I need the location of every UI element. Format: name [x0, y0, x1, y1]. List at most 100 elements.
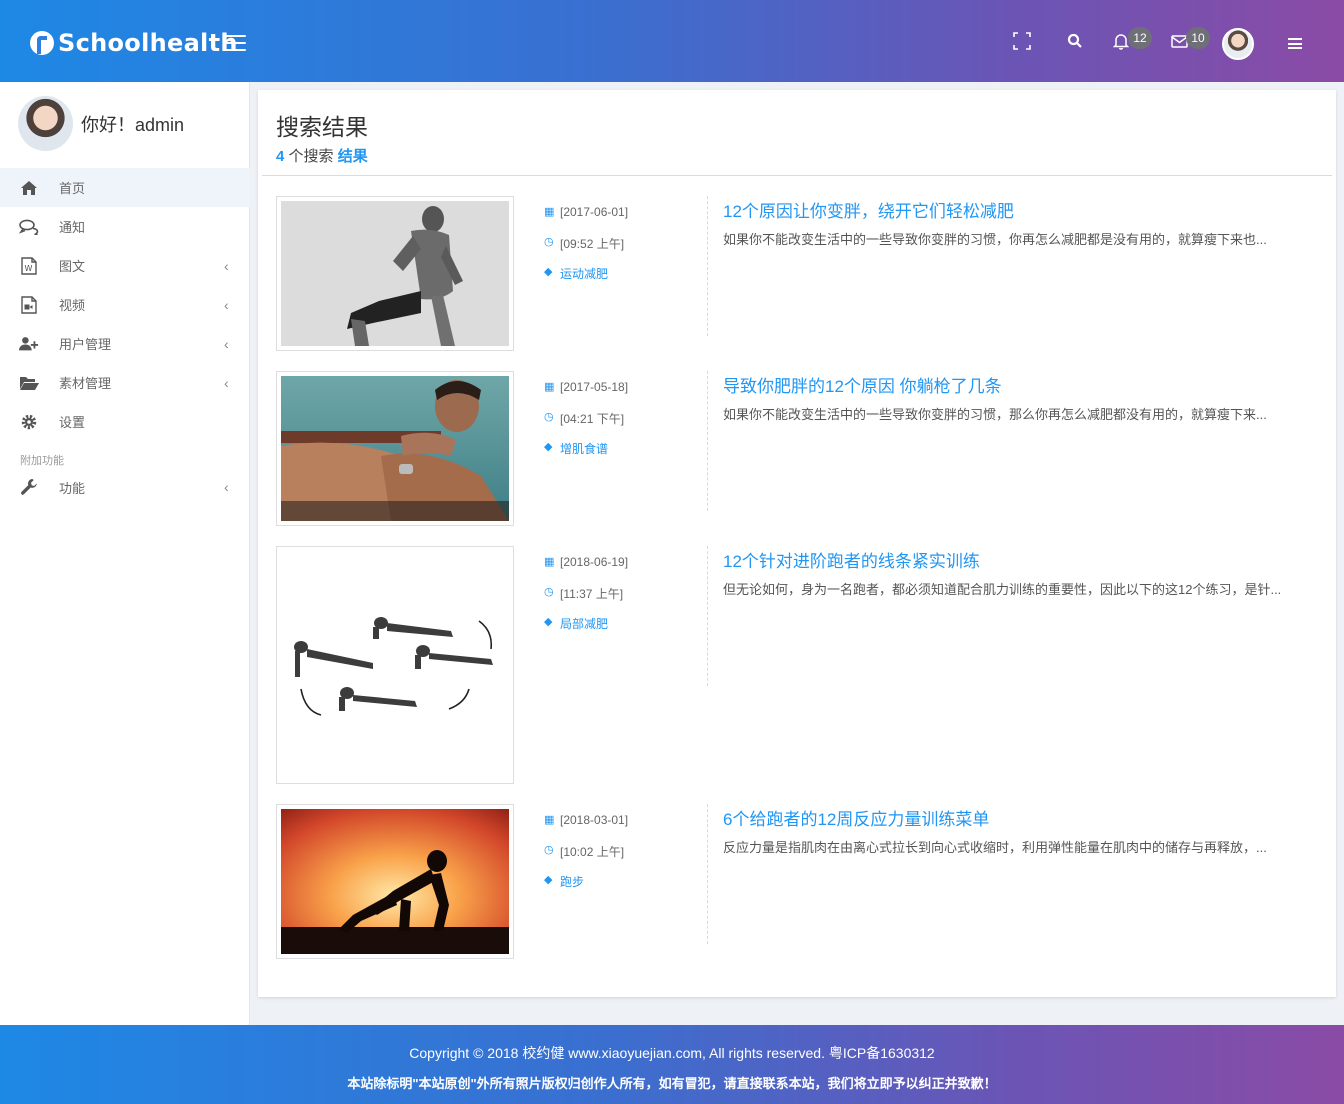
logo-icon — [30, 31, 54, 55]
result-meta: ▦ [2018-06-19] ◷ [11:37 上午] ◆ 局部减肥 — [544, 555, 628, 645]
result-description: 如果你不能改变生活中的一些导致你变胖的习惯，你再怎么减肥都是没有用的，就算瘦下来… — [723, 232, 1267, 247]
result-thumbnail[interactable] — [276, 804, 514, 959]
tags-icon: ◆ — [544, 266, 553, 278]
result-description: 但无论如何，身为一名跑者，都必须知道配合肌力训练的重要性，因此以下的这12个练习… — [723, 582, 1282, 597]
chevron-left-icon: ‹ — [224, 257, 229, 274]
calendar-icon: ▦ — [544, 814, 555, 826]
result-meta: ▦ [2017-06-01] ◷ [09:52 上午] ◆ 运动减肥 — [544, 205, 628, 295]
sidebar-item-label: 素材管理 — [59, 376, 112, 391]
result-title-link[interactable]: 12个原因让你变胖，绕开它们轻松减肥 — [723, 197, 1014, 222]
sidebar-item-label: 视频 — [59, 298, 86, 313]
clock-icon: ◷ — [544, 236, 554, 248]
result-time: [10:02 上午] — [560, 845, 625, 859]
clock-icon: ◷ — [544, 411, 554, 423]
logo-text: Schoolhealth — [58, 29, 238, 57]
divider — [707, 196, 708, 336]
sidebar-menu: 首页 通知 W 图文 ‹ 视频 ‹ 用户管理 ‹ 素材管理 ‹ 设置 附加功能 … — [0, 168, 250, 503]
sidebar-item-user-management[interactable]: 用户管理 ‹ — [0, 324, 250, 363]
result-time: [11:37 上午] — [560, 587, 624, 601]
sidebar-section-header: 附加功能 — [20, 455, 64, 467]
sidebar: 你好！admin 首页 通知 W 图文 ‹ 视频 ‹ 用户管理 ‹ 素材管理 ‹… — [0, 82, 250, 1025]
result-tag-link[interactable]: 跑步 — [560, 873, 584, 890]
sidebar-item-label: 功能 — [59, 480, 86, 496]
plank-exercise-image — [281, 551, 509, 779]
sidebar-item-label: 用户管理 — [59, 337, 112, 352]
footer: Copyright © 2018 校约健 www.xiaoyuejian.com… — [0, 1025, 1344, 1104]
sidebar-item-materials[interactable]: 素材管理 ‹ — [0, 363, 250, 402]
result-time: [04:21 下午] — [560, 412, 625, 426]
result-tag-link[interactable]: 增肌食谱 — [560, 440, 608, 457]
sidebar-item-notices[interactable]: 通知 — [0, 207, 250, 246]
search-icon[interactable] — [1064, 30, 1086, 52]
video-file-icon — [19, 295, 39, 314]
man-on-boat-image — [281, 376, 509, 521]
result-title-link[interactable]: 6个给跑者的12周反应力量训练菜单 — [723, 805, 989, 830]
result-time: [09:52 上午] — [560, 237, 625, 251]
chevron-left-icon: ‹ — [224, 479, 229, 495]
sidebar-item-articles[interactable]: W 图文 ‹ — [0, 246, 250, 285]
gear-icon — [19, 413, 39, 431]
results-summary: 4 个搜索 结果 — [276, 145, 368, 166]
result-title-link[interactable]: 导致你肥胖的12个原因 你躺枪了几条 — [723, 372, 1002, 397]
tags-icon: ◆ — [544, 616, 553, 628]
avatar — [18, 96, 73, 151]
sidebar-toggle-button[interactable] — [226, 35, 246, 51]
result-title-link[interactable]: 12个针对进阶跑者的线条紧实训练 — [723, 547, 980, 572]
search-results-card: 搜索结果 4 个搜索 结果 ▦ [2017-06-01] ◷ [09:52 上午] … — [258, 90, 1336, 997]
chevron-left-icon: ‹ — [224, 296, 229, 313]
chevron-left-icon: ‹ — [224, 335, 229, 352]
sidebar-item-label: 首页 — [59, 181, 86, 196]
result-date: [2017-05-18] — [560, 380, 629, 394]
result-description: 如果你不能改变生活中的一些导致你变胖的习惯，那么你再怎么减肥都没有用的，就算瘦下… — [723, 407, 1267, 422]
comments-icon — [19, 218, 39, 236]
user-plus-icon — [19, 335, 39, 353]
user-avatar[interactable] — [1222, 28, 1254, 60]
calendar-icon: ▦ — [544, 556, 555, 568]
results-count-text: 个搜索 — [284, 148, 338, 165]
page-title: 搜索结果 — [276, 114, 368, 140]
messages-badge: 10 — [1186, 27, 1210, 49]
fullscreen-icon[interactable] — [1011, 30, 1033, 52]
notifications-badge: 12 — [1128, 27, 1152, 49]
result-thumbnail[interactable] — [276, 371, 514, 526]
sidebar-item-home[interactable]: 首页 — [0, 168, 250, 207]
result-description: 反应力量是指肌肉在由离心式拉长到向心式收缩时，利用弹性能量在肌肉中的储存与再释放… — [723, 840, 1267, 855]
sidebar-item-label: 图文 — [59, 259, 86, 274]
sidebar-item-label: 设置 — [59, 415, 86, 430]
sidebar-item-label: 通知 — [59, 220, 86, 235]
calendar-icon: ▦ — [544, 206, 555, 218]
result-thumbnail[interactable] — [276, 546, 514, 784]
word-file-icon: W — [19, 256, 39, 275]
clock-icon: ◷ — [544, 844, 554, 856]
result-date: [2017-06-01] — [560, 205, 629, 219]
sidebar-item-features[interactable]: 功能 ‹ — [0, 471, 250, 503]
sidebar-item-videos[interactable]: 视频 ‹ — [0, 285, 250, 324]
result-date: [2018-03-01] — [560, 813, 629, 827]
right-menu-button[interactable] — [1288, 38, 1302, 49]
folder-open-icon — [19, 374, 39, 392]
top-navbar: Schoolhealth 12 10 — [0, 0, 1344, 82]
wrench-icon — [19, 478, 39, 496]
result-thumbnail[interactable] — [276, 196, 514, 351]
logo[interactable]: Schoolhealth — [30, 28, 238, 58]
copyright-notice: 本站除标明"本站原创"外所有照片版权归创作人所有，如有冒犯，请直接联系本站，我们… — [347, 1076, 997, 1091]
result-tag-link[interactable]: 运动减肥 — [560, 265, 608, 282]
result-tag-link[interactable]: 局部减肥 — [560, 615, 608, 632]
result-date: [2018-06-19] — [560, 555, 629, 569]
calendar-icon: ▦ — [544, 381, 555, 393]
clock-icon: ◷ — [544, 586, 554, 598]
user-panel: 你好！admin — [18, 96, 184, 151]
divider — [707, 804, 708, 944]
copyright-text: Copyright © 2018 校约健 www.xiaoyuejian.com… — [409, 1045, 935, 1061]
tags-icon: ◆ — [544, 874, 553, 886]
chevron-left-icon: ‹ — [224, 374, 229, 391]
sidebar-item-settings[interactable]: 设置 — [0, 402, 250, 441]
tags-icon: ◆ — [544, 441, 553, 453]
sunset-runner-image — [281, 809, 509, 954]
divider — [262, 175, 1332, 176]
user-greeting: 你好！admin — [81, 114, 185, 135]
result-meta: ▦ [2018-03-01] ◷ [10:02 上午] ◆ 跑步 — [544, 813, 628, 903]
man-posing-image — [281, 201, 509, 346]
results-word: 结果 — [337, 148, 368, 165]
divider — [707, 371, 708, 511]
